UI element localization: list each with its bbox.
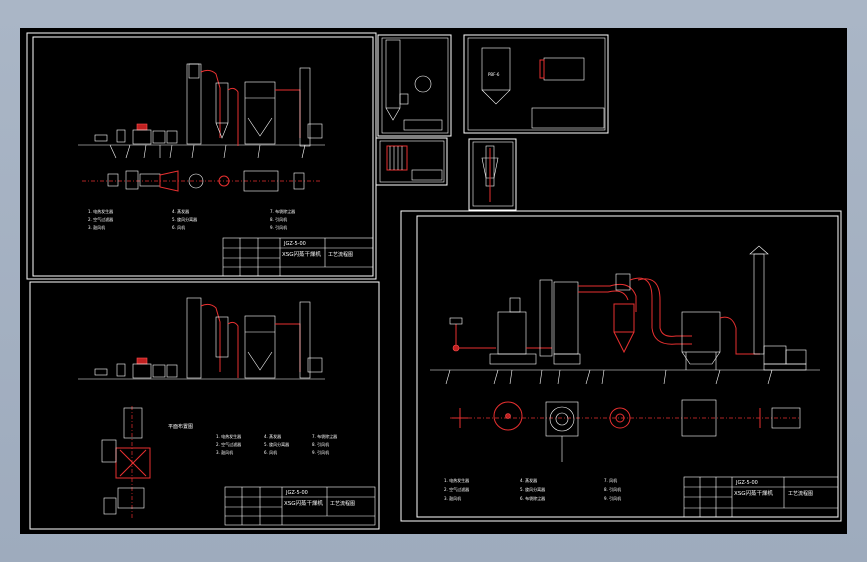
- title-block: JGZ-5-00 XSG闪蒸干燥机 工艺流程图: [683, 476, 839, 518]
- legend-item: 2. 空气过滤器: [216, 441, 241, 447]
- title-sub: 工艺流程图: [330, 500, 355, 507]
- sheet-5[interactable]: PBF-6: [463, 34, 609, 134]
- legend-item: 9. 引风机: [270, 224, 287, 230]
- legend-item: 8. 引风机: [604, 486, 621, 492]
- title-block: JGZ-5-00 XSG闪蒸干燥机 工艺流程图: [222, 237, 374, 277]
- legend-item: 3. 鼓风机: [88, 224, 105, 230]
- legend-item: 1. 电热发生器: [444, 477, 469, 483]
- legend-item: 5. 旋风分离器: [264, 441, 289, 447]
- legend-item: 1. 电热发生器: [216, 433, 241, 439]
- legend-item: 6. 风机: [172, 224, 185, 230]
- legend-item: 3. 鼓风机: [444, 495, 461, 501]
- sheet-3[interactable]: [377, 34, 452, 137]
- drawing-canvas[interactable]: 1. 电热发生器 2. 空气过滤器 3. 鼓风机 4. 蒸发器 5. 旋风分离器…: [20, 28, 847, 534]
- title-sub: 工艺流程图: [328, 251, 353, 258]
- box-label: PBF-6: [488, 72, 500, 77]
- sheet-2[interactable]: 平面布置图 1. 电热发生器 2. 空气过滤器 3. 鼓风机 4. 蒸发器 5.…: [29, 281, 380, 530]
- legend-item: 4. 蒸发器: [520, 477, 537, 483]
- legend-item: 3. 鼓风机: [216, 449, 233, 455]
- sheet-4[interactable]: [375, 137, 448, 186]
- legend-item: 5. 旋风分离器: [172, 216, 197, 222]
- legend-item: 2. 空气过滤器: [444, 486, 469, 492]
- legend-item: 7. 布袋除尘器: [312, 433, 337, 439]
- title-name: XSG闪蒸干燥机: [282, 250, 322, 258]
- legend-item: 9. 引风机: [312, 449, 329, 455]
- sheet-1[interactable]: 1. 电热发生器 2. 空气过滤器 3. 鼓风机 4. 蒸发器 5. 旋风分离器…: [26, 32, 377, 280]
- side-title: 平面布置图: [168, 423, 193, 430]
- legend-item: 7. 风机: [604, 477, 617, 483]
- legend-item: 4. 蒸发器: [172, 208, 189, 214]
- title-sub: 工艺流程图: [788, 490, 813, 497]
- drawing-svg: 1. 电热发生器 2. 空气过滤器 3. 鼓风机 4. 蒸发器 5. 旋风分离器…: [26, 32, 842, 530]
- title-name: XSG闪蒸干燥机: [284, 499, 324, 507]
- sheet-7[interactable]: [468, 138, 517, 211]
- cad-viewer: 1. 电热发生器 2. 空气过滤器 3. 鼓风机 4. 蒸发器 5. 旋风分离器…: [0, 0, 867, 562]
- legend-item: 8. 引风机: [312, 441, 329, 447]
- title-code: JGZ-5-00: [283, 241, 306, 247]
- title-code: JGZ-5-00: [285, 490, 308, 496]
- legend-item: 8. 引风机: [270, 216, 287, 222]
- title-name: XSG闪蒸干燥机: [734, 489, 774, 497]
- legend-item: 6. 布袋除尘器: [520, 495, 545, 501]
- sheet-6[interactable]: 1. 电热发生器 2. 空气过滤器 3. 鼓风机 4. 蒸发器 5. 旋风分离器…: [400, 210, 842, 522]
- legend-item: 2. 空气过滤器: [88, 216, 113, 222]
- legend-item: 7. 布袋除尘器: [270, 208, 295, 214]
- legend-item: 9. 引风机: [604, 495, 621, 501]
- legend-item: 4. 蒸发器: [264, 433, 281, 439]
- legend-item: 1. 电热发生器: [88, 208, 113, 214]
- title-block: JGZ-5-00 XSG闪蒸干燥机 工艺流程图: [224, 486, 376, 526]
- title-code: JGZ-5-00: [735, 480, 758, 486]
- legend-item: 6. 风机: [264, 449, 277, 455]
- legend-item: 5. 旋风分离器: [520, 486, 545, 492]
